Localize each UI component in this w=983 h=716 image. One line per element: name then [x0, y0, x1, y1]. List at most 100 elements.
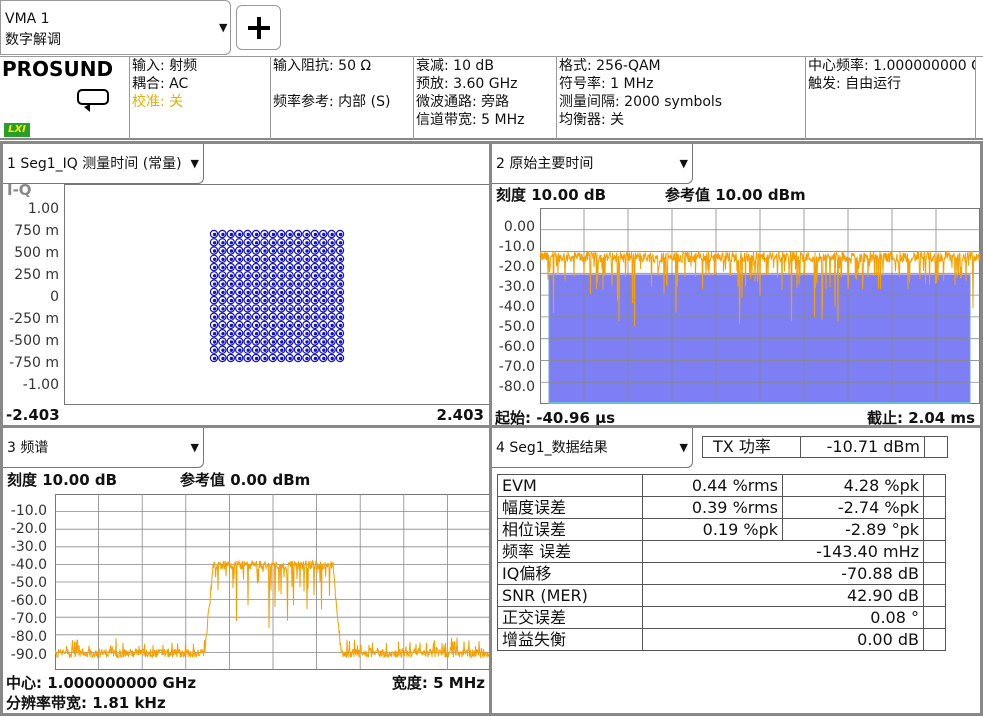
impedance-settings[interactable]: 输入阻抗: 50 Ω 频率参考: 内部 (S): [271, 57, 414, 139]
constellation-point-core: [212, 257, 217, 261]
panel-iq-constellation[interactable]: 1 Seg1_IQ 测量时间 (常量) ▼ I-Q 1.00 750 m 500 m…: [0, 141, 492, 428]
result-spacer: [923, 628, 946, 651]
constellation-point-core: [254, 290, 259, 295]
panel-data-results[interactable]: 4 Seg1_数据结果 ▼ TX 功率 -10.71 dBm EVM 0.44 %…: [489, 425, 983, 716]
constellation-point-core: [313, 307, 318, 311]
frequency-settings[interactable]: 中心频率: 1.000000000 GHz 触发: 自由运行: [806, 57, 976, 139]
return-icon[interactable]: [76, 88, 112, 114]
mode-name: VMA 1: [5, 11, 50, 27]
constellation-point-core: [296, 249, 301, 253]
constellation-point-core: [271, 257, 276, 261]
constellation-point-core: [313, 282, 318, 286]
constellation-point-core: [271, 274, 276, 278]
constellation-point-core: [229, 241, 234, 245]
panel1-tab[interactable]: 1 Seg1_IQ 测量时间 (常量) ▼: [3, 144, 204, 184]
tx-power-value: -10.71 dBm: [801, 437, 925, 457]
span-label: 宽度: 5 MHz: [391, 674, 485, 692]
result-row: EVM 0.44 %rms 4.28 %pk: [497, 474, 946, 497]
constellation-point-core: [322, 290, 326, 295]
constellation-point-core: [288, 348, 292, 352]
constellation-point-core: [280, 298, 284, 303]
y-tick-label: -30.0: [10, 539, 47, 555]
result-value-2: -2.74 %pk: [782, 496, 924, 519]
constellation-point-core: [212, 315, 217, 319]
constellation-point-core: [280, 307, 284, 311]
constellation-point-core: [296, 332, 301, 336]
freq-ref-info: 频率参考: 内部 (S): [273, 94, 391, 110]
result-value-1: 0.19 %pk: [642, 518, 783, 541]
panel4-caret-icon[interactable]: ▼: [680, 428, 688, 468]
constellation-point-core: [338, 307, 343, 311]
constellation-point-core: [254, 356, 259, 361]
constellation-point-core: [313, 298, 318, 303]
panel1-caret-icon[interactable]: ▼: [191, 144, 199, 184]
panel-raw-main-time[interactable]: 2 原始主要时间 ▼ 刻度 10.00 dB 参考值 10.00 dBm 0.0…: [489, 141, 983, 428]
constellation-point-core: [229, 332, 234, 336]
constellation-point-core: [263, 340, 267, 344]
constellation-point-core: [212, 298, 217, 303]
constellation-point-core: [280, 265, 284, 270]
constellation-point-core: [305, 257, 309, 261]
panel2-caret-icon[interactable]: ▼: [680, 144, 688, 184]
constellation-point-core: [313, 332, 318, 336]
result-value-1: 0.39 %rms: [642, 496, 783, 519]
constellation-point-core: [322, 274, 326, 278]
constellation-point-core: [221, 356, 225, 361]
constellation-point-core: [305, 348, 309, 352]
constellation-point-core: [263, 232, 267, 237]
constellation-point-core: [330, 265, 334, 270]
constellation-point-core: [338, 265, 343, 270]
mode-selector-tab[interactable]: VMA 1 数字解调 ▼: [0, 0, 231, 55]
attenuation-settings[interactable]: 衰减: 10 dB 预放: 3.60 GHz 微波通路: 旁路 信道带宽: 5 …: [414, 57, 557, 139]
constellation-point-core: [313, 232, 318, 237]
constellation-point-core: [212, 265, 217, 270]
constellation-point-core: [288, 332, 292, 336]
constellation-point-core: [330, 307, 334, 311]
constellation-point-core: [288, 282, 292, 286]
constellation-point-core: [254, 282, 259, 286]
panel3-tab[interactable]: 3 频谱 ▼: [3, 428, 204, 468]
y-tick-label: -80.0: [498, 379, 535, 395]
y-tick-label: -20.0: [10, 521, 47, 537]
constellation-point-core: [263, 290, 267, 295]
panel3-caret-icon[interactable]: ▼: [191, 428, 199, 468]
constellation-point-core: [322, 282, 326, 286]
constellation-point-core: [271, 323, 276, 328]
constellation-plot[interactable]: [64, 184, 490, 405]
panel2-tab[interactable]: 2 原始主要时间 ▼: [492, 144, 693, 184]
y-tick-label: 500 m: [14, 245, 59, 261]
constellation-point-core: [322, 340, 326, 344]
constellation-point-core: [212, 282, 217, 286]
constellation-point-core: [288, 265, 292, 270]
constellation-point-core: [288, 290, 292, 295]
add-mode-button[interactable]: [236, 5, 281, 50]
input-settings[interactable]: 输入: 射频 耦合: AC 校准: 关: [130, 57, 271, 139]
constellation-point-core: [338, 257, 343, 261]
spectrum-plot[interactable]: [55, 494, 491, 670]
panel4-tab[interactable]: 4 Seg1_数据结果 ▼: [492, 428, 693, 468]
result-spacer: [923, 562, 946, 585]
calibration-info: 校准: 关: [132, 94, 184, 110]
constellation-point-core: [322, 356, 326, 361]
constellation-point-core: [313, 356, 318, 361]
constellation-point-core: [338, 232, 343, 237]
equalizer-info: 均衡器: 关: [559, 112, 625, 128]
constellation-point-core: [330, 282, 334, 286]
result-row: 相位误差 0.19 %pk -2.89 °pk: [497, 518, 946, 541]
panel-spectrum[interactable]: 3 频谱 ▼ 刻度 10.00 dB 参考值 0.00 dBm -10.0 -20…: [0, 425, 492, 716]
constellation-point-core: [296, 307, 301, 311]
dropdown-caret-icon[interactable]: ▼: [219, 21, 227, 34]
constellation-point-core: [330, 274, 334, 278]
coupling-info: 耦合: AC: [132, 76, 189, 92]
result-name: 频率 误差: [497, 540, 643, 563]
constellation-point-core: [305, 249, 309, 253]
constellation-point-core: [221, 249, 225, 253]
attenuation-info: 衰减: 10 dB: [416, 58, 494, 74]
time-trace-plot[interactable]: [540, 208, 980, 404]
y-tick-label: -80.0: [10, 629, 47, 645]
demod-settings[interactable]: 格式: 256-QAM 符号率: 1 MHz 测量间隔: 2000 symbol…: [557, 57, 806, 139]
y-tick-label: -90.0: [10, 647, 47, 663]
constellation-point-core: [296, 257, 301, 261]
constellation-point-core: [305, 298, 309, 303]
y-tick-label: 250 m: [14, 267, 59, 283]
